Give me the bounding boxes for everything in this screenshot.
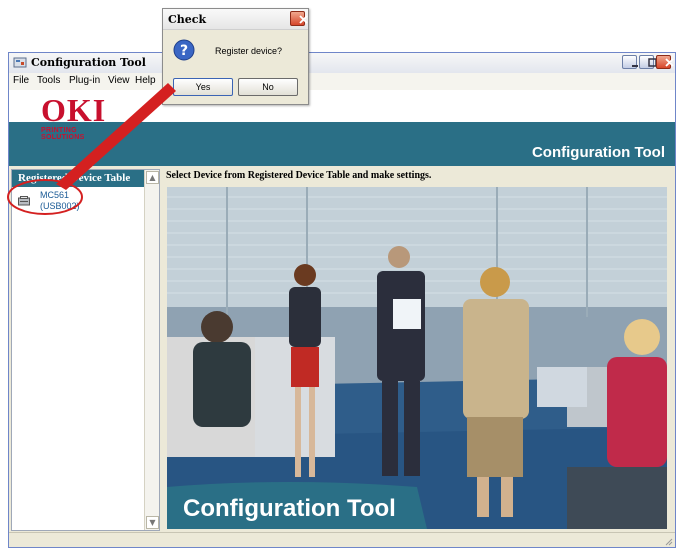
instruction-text: Select Device from Registered Device Tab… — [166, 170, 432, 181]
device-table-title: Registered Device Table — [18, 172, 131, 184]
check-dialog: Check ? Register device? Yes No — [162, 8, 309, 105]
menu-tools[interactable]: Tools — [37, 75, 60, 86]
device-table-panel: Registered Device Table MC561 (USB002) ▲… — [11, 169, 160, 531]
dialog-title: Check — [168, 13, 207, 26]
status-bar — [9, 532, 675, 547]
close-icon — [299, 15, 308, 24]
maximize-button[interactable] — [639, 55, 657, 69]
question-icon: ? — [173, 39, 195, 61]
oki-logo: OKI PRINTING SOLUTIONS — [37, 92, 117, 141]
printer-icon — [18, 196, 30, 206]
device-table-header: Registered Device Table — [12, 170, 155, 187]
dialog-close-button[interactable] — [290, 11, 308, 26]
title-bar: Configuration Tool — [9, 53, 675, 74]
dialog-message: Register device? — [215, 46, 283, 56]
minimize-button[interactable] — [622, 55, 638, 69]
device-port: (USB002) — [40, 201, 80, 211]
resize-grip-icon[interactable] — [663, 536, 673, 546]
photo-caption: Configuration Tool — [183, 495, 396, 522]
device-list-scrollbar[interactable]: ▲ ▼ — [144, 170, 159, 530]
svg-text:?: ? — [180, 43, 188, 59]
chevron-up-icon[interactable]: ▲ — [146, 171, 159, 184]
window-title: Configuration Tool — [31, 56, 146, 69]
banner-title: Configuration Tool — [531, 144, 665, 161]
menu-file[interactable]: File — [13, 75, 29, 86]
chevron-down-icon[interactable]: ▼ — [146, 516, 159, 529]
logo-tagline: PRINTING SOLUTIONS — [41, 127, 85, 141]
menu-help[interactable]: Help — [135, 75, 156, 86]
dialog-title-bar: Check — [163, 9, 308, 30]
close-icon — [665, 58, 674, 67]
app-icon — [13, 57, 27, 68]
close-button[interactable] — [656, 55, 674, 69]
main-window: Configuration Tool File Tools Plug-in Vi… — [8, 52, 676, 548]
office-scene-illustration — [167, 187, 667, 529]
menu-plug-in[interactable]: Plug-in — [69, 75, 100, 86]
yes-button[interactable]: Yes — [173, 78, 233, 96]
menu-bar: File Tools Plug-in View Help — [9, 73, 675, 90]
logo-brand: OKI — [41, 92, 107, 128]
menu-view[interactable]: View — [108, 75, 130, 86]
no-button[interactable]: No — [238, 78, 298, 96]
office-photo: Configuration Tool — [167, 187, 667, 529]
device-name: MC561 — [40, 190, 70, 200]
